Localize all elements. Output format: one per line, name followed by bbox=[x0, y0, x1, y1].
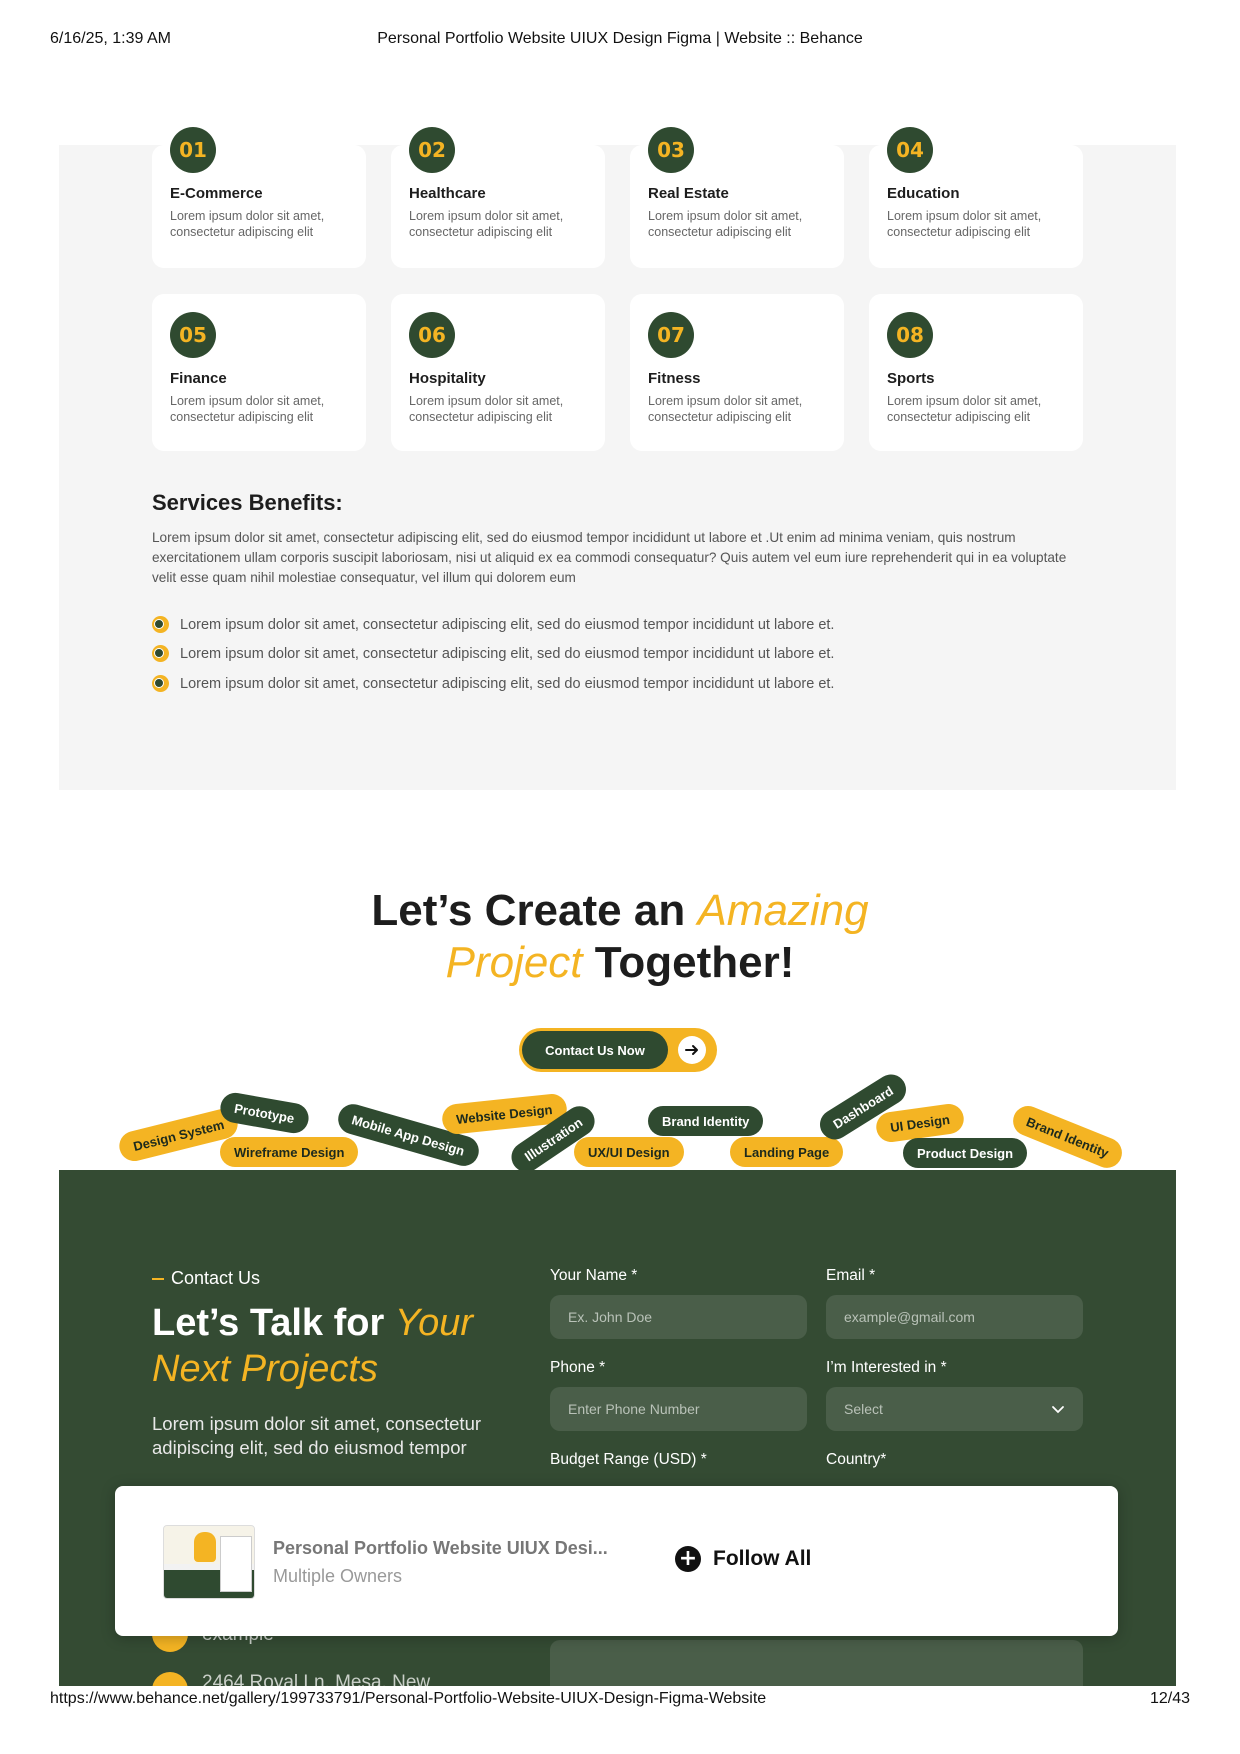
benefit-item: Lorem ipsum dolor sit amet, consectetur … bbox=[152, 669, 1082, 699]
print-page-title: Personal Portfolio Website UIUX Design F… bbox=[377, 30, 863, 47]
service-description: Lorem ipsum dolor sit amet, consectetur … bbox=[409, 209, 564, 239]
follow-all-button[interactable]: + Follow All bbox=[675, 1546, 811, 1572]
contact-title-accent: Your bbox=[394, 1302, 474, 1344]
service-number-badge: 05 bbox=[170, 312, 216, 358]
bullet-icon bbox=[152, 615, 170, 634]
contact-us-label: Contact Us bbox=[152, 1268, 260, 1289]
service-title: Finance bbox=[170, 370, 227, 387]
tag-brand-identity-yellow: Brand Identity bbox=[1008, 1101, 1127, 1173]
service-card[interactable]: 07 Fitness Lorem ipsum dolor sit amet, con… bbox=[630, 294, 844, 451]
service-description: Lorem ipsum dolor sit amet, consectetur … bbox=[887, 209, 1042, 239]
service-number-badge: 02 bbox=[409, 127, 455, 173]
service-title: Education bbox=[887, 185, 960, 202]
service-number-badge: 07 bbox=[648, 312, 694, 358]
contact-us-now-button[interactable]: Contact Us Now bbox=[519, 1028, 717, 1072]
service-description: Lorem ipsum dolor sit amet, consectetur … bbox=[409, 394, 564, 424]
cta-heading-text: Let’s Create an bbox=[371, 886, 686, 935]
print-url: https://www.behance.net/gallery/19973379… bbox=[50, 1690, 767, 1707]
phone-input[interactable]: Enter Phone Number bbox=[550, 1387, 807, 1431]
contact-us-now-label: Contact Us Now bbox=[522, 1031, 668, 1069]
service-card[interactable]: 05 Finance Lorem ipsum dolor sit amet, con… bbox=[152, 294, 366, 451]
chevron-down-icon bbox=[1051, 1402, 1065, 1419]
service-title: Healthcare bbox=[409, 185, 486, 202]
project-thumbnail[interactable] bbox=[163, 1525, 255, 1599]
services-benefits: Services Benefits: Lorem ipsum dolor sit… bbox=[152, 490, 1082, 699]
project-title[interactable]: Personal Portfolio Website UIUX Desi... bbox=[273, 1538, 608, 1559]
service-description: Lorem ipsum dolor sit amet, consectetur … bbox=[170, 394, 325, 424]
print-footer: https://www.behance.net/gallery/19973379… bbox=[0, 1686, 1240, 1716]
dash-icon bbox=[152, 1277, 164, 1280]
contact-description: Lorem ipsum dolor sit amet, consectetur … bbox=[152, 1413, 482, 1458]
service-card[interactable]: 04 Education Lorem ipsum dolor sit amet, c… bbox=[869, 127, 1083, 268]
interest-select-value: Select bbox=[844, 1401, 883, 1417]
service-description: Lorem ipsum dolor sit amet, consectetur … bbox=[887, 394, 1042, 424]
benefits-paragraph: Lorem ipsum dolor sit amet, consectetur … bbox=[152, 530, 1067, 585]
name-label: Your Name * bbox=[550, 1267, 638, 1284]
project-owners[interactable]: Multiple Owners bbox=[273, 1566, 402, 1587]
service-title: Real Estate bbox=[648, 185, 729, 202]
cta-heading-line-1: Let’s Create an Amazing bbox=[0, 885, 1240, 937]
benefits-list: Lorem ipsum dolor sit amet, consectetur … bbox=[152, 610, 1082, 699]
service-title: Sports bbox=[887, 370, 935, 387]
service-description: Lorem ipsum dolor sit amet, consectetur … bbox=[648, 394, 803, 424]
follow-all-label: Follow All bbox=[713, 1547, 812, 1570]
service-card[interactable]: 01 E-Commerce Lorem ipsum dolor sit amet, … bbox=[152, 127, 366, 268]
contact-us-label-text: Contact Us bbox=[171, 1268, 261, 1288]
service-number-badge: 01 bbox=[170, 127, 216, 173]
budget-label: Budget Range (USD) * bbox=[550, 1451, 707, 1468]
service-number-badge: 04 bbox=[887, 127, 933, 173]
benefit-text: Lorem ipsum dolor sit amet, consectetur … bbox=[180, 646, 835, 663]
service-title: E-Commerce bbox=[170, 185, 263, 202]
name-input[interactable]: Ex. John Doe bbox=[550, 1295, 807, 1339]
service-card[interactable]: 03 Real Estate Lorem ipsum dolor sit amet,… bbox=[630, 127, 844, 268]
email-input[interactable]: example@gmail.com bbox=[826, 1295, 1083, 1339]
tag-product-design: Product Design bbox=[903, 1138, 1028, 1168]
arrow-right-icon bbox=[678, 1036, 706, 1064]
email-label: Email * bbox=[826, 1267, 876, 1284]
tag-wireframe-design: Wireframe Design bbox=[220, 1137, 359, 1167]
print-page-number: 12/43 bbox=[1149, 1690, 1190, 1707]
service-description: Lorem ipsum dolor sit amet, consectetur … bbox=[170, 209, 325, 239]
benefit-text: Lorem ipsum dolor sit amet, consectetur … bbox=[180, 616, 835, 633]
message-textarea[interactable] bbox=[550, 1640, 1083, 1688]
cta-heading-line-2: Project Together! bbox=[0, 937, 1240, 989]
service-title: Fitness bbox=[648, 370, 701, 387]
project-info-bar: Personal Portfolio Website UIUX Desi... … bbox=[115, 1486, 1118, 1636]
phone-label: Phone * bbox=[550, 1359, 606, 1376]
country-label: Country* bbox=[826, 1451, 887, 1468]
benefit-item: Lorem ipsum dolor sit amet, consectetur … bbox=[152, 640, 1082, 670]
plus-icon: + bbox=[675, 1546, 701, 1572]
tag-ux-ui-design: UX/UI Design bbox=[574, 1137, 684, 1167]
print-header: 6/16/25, 1:39 AM Personal Portfolio Webs… bbox=[0, 30, 1240, 54]
cta-heading-accent: Project bbox=[445, 938, 583, 987]
benefit-item: Lorem ipsum dolor sit amet, consectetur … bbox=[152, 610, 1082, 640]
service-card[interactable]: 02 Healthcare Lorem ipsum dolor sit amet, … bbox=[391, 127, 605, 268]
service-description: Lorem ipsum dolor sit amet, consectetur … bbox=[648, 209, 803, 239]
contact-title-accent: Next Projects bbox=[152, 1348, 378, 1390]
service-card[interactable]: 06 Hospitality Lorem ipsum dolor sit amet,… bbox=[391, 294, 605, 451]
benefit-text: Lorem ipsum dolor sit amet, consectetur … bbox=[180, 675, 835, 692]
cta-heading-accent: Amazing bbox=[697, 886, 869, 935]
cta-heading-text: Together! bbox=[594, 938, 795, 987]
bullet-icon bbox=[152, 645, 170, 663]
contact-title: Let’s Talk for Your Next Projects bbox=[152, 1300, 532, 1392]
service-number-badge: 06 bbox=[409, 312, 455, 358]
tag-brand-identity: Brand Identity bbox=[648, 1106, 764, 1136]
tag-landing-page: Landing Page bbox=[730, 1137, 844, 1167]
service-number-badge: 03 bbox=[648, 127, 694, 173]
service-title: Hospitality bbox=[409, 370, 486, 387]
service-card[interactable]: 08 Sports Lorem ipsum dolor sit amet, cons… bbox=[869, 294, 1083, 451]
bullet-icon bbox=[152, 674, 170, 693]
top-white-strip bbox=[59, 60, 1176, 145]
service-number-badge: 08 bbox=[887, 312, 933, 358]
interest-label: I’m Interested in * bbox=[826, 1359, 947, 1376]
contact-title-text: Let’s Talk for bbox=[152, 1302, 385, 1344]
interest-select[interactable]: Select bbox=[826, 1387, 1083, 1431]
benefits-heading: Services Benefits: bbox=[152, 490, 343, 515]
